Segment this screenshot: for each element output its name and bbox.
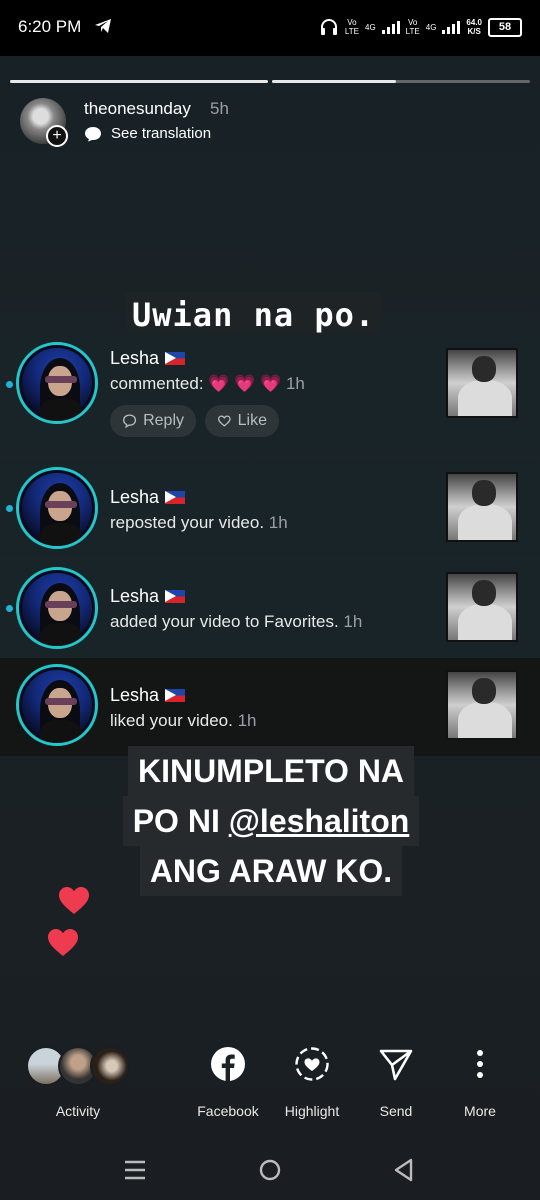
follow-plus-icon[interactable]: + [46, 125, 68, 147]
volte-label-2: Vo LTE [405, 18, 420, 36]
philippines-flag-icon [165, 590, 186, 603]
more-icon[interactable] [462, 1046, 498, 1082]
unread-dot [6, 505, 13, 512]
like-button[interactable]: Like [205, 405, 279, 437]
philippines-flag-icon [165, 689, 186, 702]
story-progress-2 [272, 80, 530, 83]
video-thumbnail[interactable] [446, 670, 518, 740]
highlight-icon[interactable] [294, 1046, 330, 1082]
story-caption-bottom: KINUMPLETO NA PO NI @leshaliton ANG ARAW… [110, 746, 432, 896]
net-4g-label-1: 4G [365, 22, 376, 32]
story-progress-1 [10, 80, 268, 83]
heart-icon [48, 929, 78, 956]
notification-text: liked your video. 1h [110, 711, 257, 730]
battery-icon: 58 [488, 17, 522, 37]
heart-icon [59, 887, 89, 914]
video-thumbnail[interactable] [446, 572, 518, 642]
home-icon[interactable] [257, 1157, 283, 1183]
notification-text: commented: 💗 💗 💗 1h [110, 374, 305, 393]
translate-icon[interactable] [84, 126, 102, 142]
notification-name[interactable]: Lesha [110, 685, 186, 706]
send-button[interactable]: Send [356, 1103, 436, 1119]
philippines-flag-icon [165, 491, 186, 504]
unread-dot [6, 381, 13, 388]
see-translation-link[interactable]: See translation [111, 125, 211, 142]
caption-line-3: ANG ARAW KO. [139, 846, 403, 896]
more-button[interactable]: More [440, 1103, 520, 1119]
notification-avatar[interactable] [16, 467, 98, 549]
net-speed: 64.0 K/S [466, 18, 482, 36]
notification-row-4[interactable]: Lesha liked your video. 1h [0, 658, 540, 756]
heart-outline-icon [217, 415, 231, 427]
status-icons: Vo LTE 4G Vo LTE 4G 64.0 K/S 58 [319, 14, 522, 40]
notification-text: reposted your video. 1h [110, 513, 288, 532]
notification-avatar[interactable] [16, 664, 98, 746]
signal-bars-2-icon [442, 20, 461, 34]
author-username[interactable]: theonesunday [84, 99, 191, 119]
status-time: 6:20 PM [18, 17, 82, 36]
notification-name[interactable]: Lesha [110, 586, 186, 607]
notification-row-1[interactable]: Lesha commented: 💗 💗 💗 1h [0, 336, 540, 456]
mention-link[interactable]: @leshaliton [229, 803, 410, 839]
facebook-button[interactable]: Facebook [188, 1103, 268, 1119]
signal-bars-1-icon [381, 20, 400, 34]
unread-dot [6, 605, 13, 612]
send-icon[interactable] [378, 1046, 414, 1082]
viewer-avatar [90, 1046, 130, 1086]
headset-icon [320, 19, 337, 35]
notification-row-2[interactable]: Lesha reposted your video. 1h [0, 460, 540, 558]
volte-label-1: Vo LTE [344, 18, 359, 36]
highlight-button[interactable]: Highlight [272, 1103, 352, 1119]
reply-button[interactable]: Reply [110, 405, 196, 437]
caption-line-1: KINUMPLETO NA [127, 746, 415, 796]
notification-name[interactable]: Lesha [110, 348, 186, 369]
notification-text: added your video to Favorites. 1h [110, 612, 363, 631]
status-bar: 6:20 PM Vo LTE 4G Vo LTE 4G 64.0 K/S 58 [0, 0, 540, 56]
telegram-icon [95, 19, 111, 33]
story-time: 5h [210, 99, 229, 118]
story-progress-2-fill [272, 80, 396, 83]
notification-name[interactable]: Lesha [110, 487, 186, 508]
video-thumbnail[interactable] [446, 472, 518, 542]
notification-avatar[interactable] [16, 567, 98, 649]
caption-line-2: PO NI @leshaliton [122, 796, 420, 846]
notification-row-3[interactable]: Lesha added your video to Favorites. 1h [0, 560, 540, 658]
back-icon[interactable] [391, 1157, 417, 1183]
activity-avatars[interactable] [26, 1046, 136, 1086]
recent-apps-icon[interactable] [122, 1157, 148, 1183]
notification-avatar[interactable] [16, 342, 98, 424]
philippines-flag-icon [165, 352, 186, 365]
reply-bubble-icon [123, 414, 137, 429]
story-caption-top: Uwian na po. [126, 292, 382, 334]
activity-button[interactable]: Activity [40, 1103, 116, 1119]
facebook-icon[interactable] [210, 1046, 246, 1082]
video-thumbnail[interactable] [446, 348, 518, 418]
reply-label: Reply [143, 412, 184, 429]
like-label: Like [237, 412, 267, 429]
net-4g-label-2: 4G [425, 22, 437, 32]
